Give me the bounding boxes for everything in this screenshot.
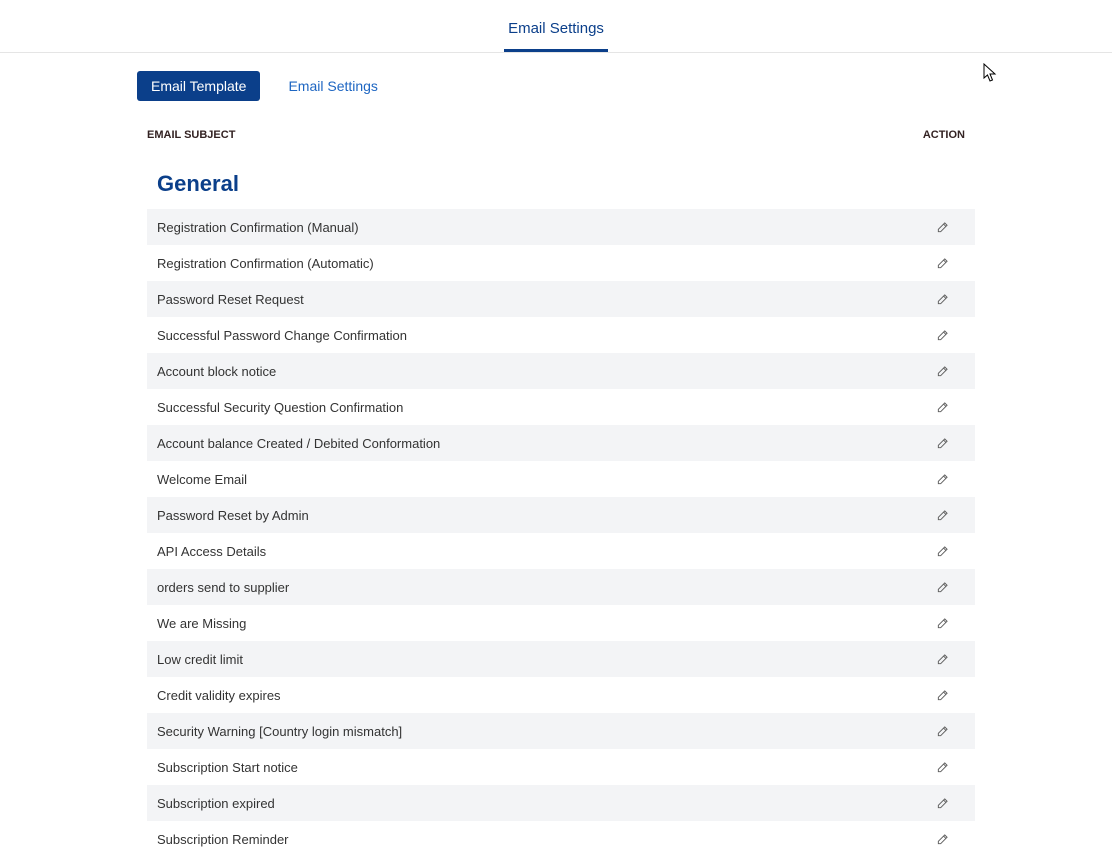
edit-icon[interactable]	[934, 542, 952, 560]
edit-icon[interactable]	[934, 470, 952, 488]
row-subject: Subscription Start notice	[157, 760, 923, 775]
edit-icon[interactable]	[934, 434, 952, 452]
table-row: Registration Confirmation (Automatic)	[147, 245, 975, 281]
row-action-cell	[923, 254, 963, 272]
edit-icon[interactable]	[934, 794, 952, 812]
table-row: Subscription expired	[147, 785, 975, 821]
row-action-cell	[923, 650, 963, 668]
row-action-cell	[923, 794, 963, 812]
email-template-table: EMAIL SUBJECT ACTION General Registratio…	[147, 129, 975, 857]
row-subject: Account balance Created / Debited Confor…	[157, 436, 923, 451]
edit-icon[interactable]	[934, 578, 952, 596]
table-row: Subscription Reminder	[147, 821, 975, 857]
row-subject: Welcome Email	[157, 472, 923, 487]
table-row: orders send to supplier	[147, 569, 975, 605]
row-action-cell	[923, 398, 963, 416]
edit-icon[interactable]	[934, 398, 952, 416]
edit-icon[interactable]	[934, 326, 952, 344]
row-subject: Password Reset by Admin	[157, 508, 923, 523]
row-action-cell	[923, 758, 963, 776]
edit-icon[interactable]	[934, 722, 952, 740]
section-title-general: General	[157, 171, 975, 197]
row-action-cell	[923, 578, 963, 596]
row-subject: We are Missing	[157, 616, 923, 631]
row-subject: orders send to supplier	[157, 580, 923, 595]
table-row: Credit validity expires	[147, 677, 975, 713]
row-action-cell	[923, 434, 963, 452]
row-subject: Successful Password Change Confirmation	[157, 328, 923, 343]
row-subject: Account block notice	[157, 364, 923, 379]
row-action-cell	[923, 722, 963, 740]
row-subject: Subscription Reminder	[157, 832, 923, 847]
row-subject: Registration Confirmation (Manual)	[157, 220, 923, 235]
column-header-action: ACTION	[923, 129, 965, 141]
edit-icon[interactable]	[934, 218, 952, 236]
edit-icon[interactable]	[934, 614, 952, 632]
edit-icon[interactable]	[934, 362, 952, 380]
row-action-cell	[923, 290, 963, 308]
edit-icon[interactable]	[934, 290, 952, 308]
table-row: Subscription Start notice	[147, 749, 975, 785]
row-action-cell	[923, 326, 963, 344]
row-subject: Low credit limit	[157, 652, 923, 667]
row-action-cell	[923, 362, 963, 380]
rows-container: Registration Confirmation (Manual) Regist…	[147, 209, 975, 857]
row-subject: Credit validity expires	[157, 688, 923, 703]
table-row: Password Reset by Admin	[147, 497, 975, 533]
row-subject: Registration Confirmation (Automatic)	[157, 256, 923, 271]
row-action-cell	[923, 830, 963, 848]
table-header: EMAIL SUBJECT ACTION	[147, 129, 975, 141]
sub-tab-email-settings[interactable]: Email Settings	[274, 71, 391, 101]
edit-icon[interactable]	[934, 686, 952, 704]
edit-icon[interactable]	[934, 758, 952, 776]
edit-icon[interactable]	[934, 254, 952, 272]
row-subject: API Access Details	[157, 544, 923, 559]
column-header-subject: EMAIL SUBJECT	[147, 129, 235, 141]
edit-icon[interactable]	[934, 650, 952, 668]
table-row: Registration Confirmation (Manual)	[147, 209, 975, 245]
table-row: Successful Password Change Confirmation	[147, 317, 975, 353]
sub-tabs: Email Template Email Settings	[137, 71, 975, 101]
table-row: API Access Details	[147, 533, 975, 569]
table-row: Account block notice	[147, 353, 975, 389]
row-subject: Security Warning [Country login mismatch…	[157, 724, 923, 739]
content: Email Template Email Settings EMAIL SUBJ…	[0, 53, 1112, 857]
table-row: Low credit limit	[147, 641, 975, 677]
table-row: Security Warning [Country login mismatch…	[147, 713, 975, 749]
row-action-cell	[923, 218, 963, 236]
row-action-cell	[923, 542, 963, 560]
table-row: Welcome Email	[147, 461, 975, 497]
row-subject: Successful Security Question Confirmatio…	[157, 400, 923, 415]
row-subject: Subscription expired	[157, 796, 923, 811]
row-action-cell	[923, 470, 963, 488]
top-tab-bar: Email Settings	[0, 0, 1112, 53]
row-subject: Password Reset Request	[157, 292, 923, 307]
table-row: Successful Security Question Confirmatio…	[147, 389, 975, 425]
row-action-cell	[923, 614, 963, 632]
sub-tab-email-template[interactable]: Email Template	[137, 71, 260, 101]
table-row: We are Missing	[147, 605, 975, 641]
top-tab-email-settings[interactable]: Email Settings	[504, 10, 608, 52]
edit-icon[interactable]	[934, 830, 952, 848]
row-action-cell	[923, 506, 963, 524]
edit-icon[interactable]	[934, 506, 952, 524]
table-row: Password Reset Request	[147, 281, 975, 317]
row-action-cell	[923, 686, 963, 704]
table-row: Account balance Created / Debited Confor…	[147, 425, 975, 461]
